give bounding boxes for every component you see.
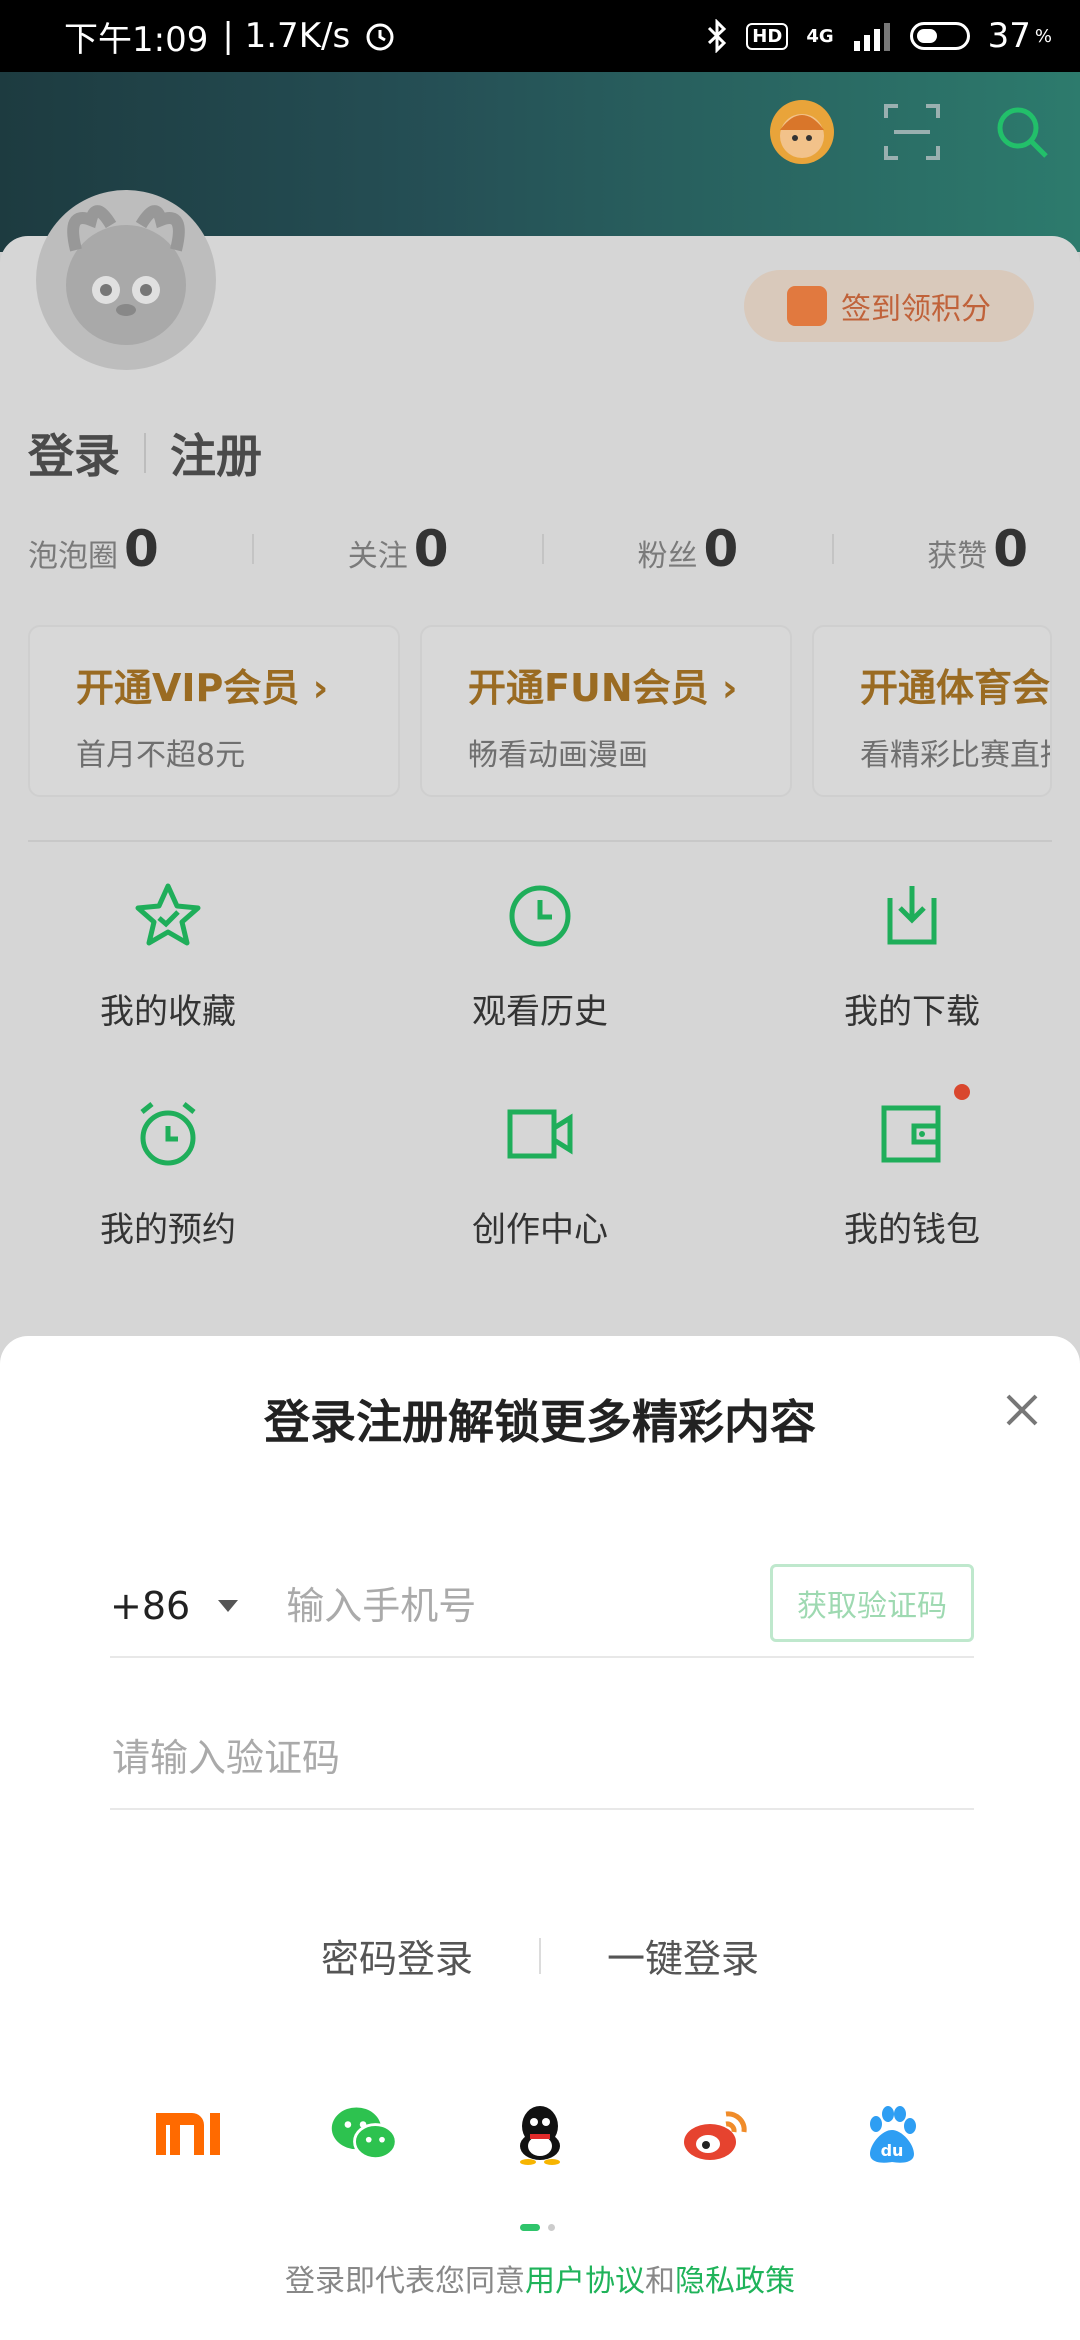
vip-card-title: 开通体育会员 xyxy=(860,666,1051,710)
star-icon xyxy=(135,883,201,946)
terms-prefix: 登录即代表您同意 xyxy=(285,2264,525,2299)
stat-label: 关注 xyxy=(347,539,408,574)
xiaomi-icon[interactable] xyxy=(152,2098,224,2170)
status-time: 下午1:09 xyxy=(64,19,209,60)
password-login-link[interactable]: 密码登录 xyxy=(321,1928,473,1983)
stat-label: 泡泡圈 xyxy=(28,539,118,574)
user-avatar[interactable] xyxy=(36,190,216,370)
divider xyxy=(831,534,834,564)
get-code-button[interactable]: 获取验证码 xyxy=(770,1564,974,1642)
alt-login-row: 密码登录 一键登录 xyxy=(0,1928,1080,1983)
video-camera-icon xyxy=(507,1109,573,1159)
grid-item-label: 我的预约 xyxy=(100,1210,236,1250)
fun-card[interactable]: 开通FUN会员 › 畅看动画漫画 xyxy=(420,625,792,797)
checkin-label: 签到领积分 xyxy=(841,292,991,327)
baidu-icon[interactable]: du xyxy=(856,2098,928,2170)
scan-icon[interactable] xyxy=(880,100,944,164)
grid-item-label: 我的下载 xyxy=(844,992,980,1032)
vip-card-subtitle: 首月不超8元 xyxy=(76,738,246,773)
stat-label: 获赞 xyxy=(927,539,988,574)
download-icon xyxy=(887,886,937,945)
login-link[interactable]: 登录 xyxy=(28,420,120,486)
stat-value: 0 xyxy=(124,520,159,578)
close-icon[interactable] xyxy=(1000,1388,1044,1432)
login-bottom-sheet: 登录注册解锁更多精彩内容 +86 获取验证码 密码登录 一键登录 du xyxy=(0,1336,1080,2340)
battery-unit: % xyxy=(1034,25,1052,47)
bluetooth-icon xyxy=(708,19,727,53)
wechat-icon[interactable] xyxy=(328,2098,400,2170)
stat-following[interactable]: 关注 0 xyxy=(348,520,449,578)
stat-bubble-circle[interactable]: 泡泡圈 0 xyxy=(28,520,159,578)
clock-icon xyxy=(509,885,571,947)
divider xyxy=(144,433,146,473)
vip-card-title: 开通VIP会员 › xyxy=(76,666,329,710)
caret-down-icon xyxy=(218,1600,239,1612)
divider xyxy=(252,534,255,564)
network-type: 4G xyxy=(806,25,834,47)
stat-label: 粉丝 xyxy=(637,539,698,574)
stats-row: 泡泡圈 0 关注 0 粉丝 0 获赞 0 xyxy=(28,520,1028,578)
one-click-login-link[interactable]: 一键登录 xyxy=(607,1928,759,1983)
sheet-title: 登录注册解锁更多精彩内容 xyxy=(264,1395,816,1449)
divider xyxy=(539,1937,541,1974)
vip-cards-row: 开通VIP会员 › 首月不超8元 开通FUN会员 › 畅看动画漫画 开通体育会员… xyxy=(28,625,1052,797)
country-code: +86 xyxy=(110,1584,191,1628)
wallet-icon xyxy=(881,1105,941,1163)
phone-row: +86 获取验证码 xyxy=(110,1556,974,1658)
code-row xyxy=(110,1708,974,1810)
divider xyxy=(28,840,1052,842)
grid-item-favorites[interactable]: 我的收藏 xyxy=(38,880,298,1033)
social-login-row: du xyxy=(0,2098,1080,2170)
status-net-speed: | 1.7K/s xyxy=(222,16,351,56)
battery-icon xyxy=(909,22,970,50)
status-bar: 下午1:09 | 1.7K/s HD 4G 37% xyxy=(0,0,1080,72)
phone-input[interactable] xyxy=(284,1583,759,1629)
grid-item-label: 我的收藏 xyxy=(100,992,236,1032)
terms-text: 登录即代表您同意用户协议和隐私政策 xyxy=(0,2256,1080,2300)
checkin-button[interactable]: 签到领积分 xyxy=(744,270,1034,342)
grid-item-downloads[interactable]: 我的下载 xyxy=(782,880,1042,1033)
signal-icon xyxy=(853,23,890,51)
page-dot-active xyxy=(520,2224,540,2231)
stat-value: 0 xyxy=(413,520,449,578)
page-dot xyxy=(548,2224,555,2231)
grid-item-wallet[interactable]: 我的钱包 xyxy=(782,1084,1042,1251)
verification-code-input[interactable] xyxy=(110,1735,814,1781)
stat-value: 0 xyxy=(993,520,1028,578)
vip-card-subtitle: 畅看动画漫画 xyxy=(468,738,648,773)
grid-item-label: 创作中心 xyxy=(472,1210,608,1250)
grid-item-reservations[interactable]: 我的预约 xyxy=(38,1098,298,1251)
user-agreement-link[interactable]: 用户协议 xyxy=(525,2264,645,2299)
grid-item-creator-center[interactable]: 创作中心 xyxy=(410,1098,670,1251)
grid-item-label: 观看历史 xyxy=(472,992,608,1032)
search-icon[interactable] xyxy=(990,100,1054,164)
stat-likes[interactable]: 获赞 0 xyxy=(927,520,1028,578)
privacy-policy-link[interactable]: 隐私政策 xyxy=(675,2264,795,2299)
page-indicator xyxy=(520,2224,555,2231)
vip-card-subtitle: 看精彩比赛直播 xyxy=(860,738,1052,773)
qq-icon[interactable] xyxy=(504,2098,576,2170)
alarm-status-icon xyxy=(366,23,394,51)
grid-item-history[interactable]: 观看历史 xyxy=(410,880,670,1033)
battery-level: 37 xyxy=(987,16,1031,56)
stat-value: 0 xyxy=(703,520,739,578)
vip-card-title: 开通FUN会员 › xyxy=(468,666,738,710)
terms-and: 和 xyxy=(645,2264,675,2299)
register-link[interactable]: 注册 xyxy=(170,420,262,486)
country-code-select[interactable]: +86 xyxy=(110,1584,239,1628)
mascot-avatar-button[interactable] xyxy=(770,100,834,164)
grid-item-label: 我的钱包 xyxy=(844,1210,980,1250)
hd-badge: HD xyxy=(746,22,789,50)
sports-card[interactable]: 开通体育会员 看精彩比赛直播 xyxy=(812,625,1052,797)
login-register-row: 登录 注册 xyxy=(28,420,262,486)
calendar-check-icon xyxy=(787,286,827,326)
vip-card[interactable]: 开通VIP会员 › 首月不超8元 xyxy=(28,625,400,797)
notification-dot xyxy=(954,1084,970,1100)
alarm-icon xyxy=(140,1102,196,1166)
divider xyxy=(542,534,544,564)
svg-text:du: du xyxy=(881,2141,904,2160)
stat-followers[interactable]: 粉丝 0 xyxy=(637,520,738,578)
weibo-icon[interactable] xyxy=(680,2098,752,2170)
